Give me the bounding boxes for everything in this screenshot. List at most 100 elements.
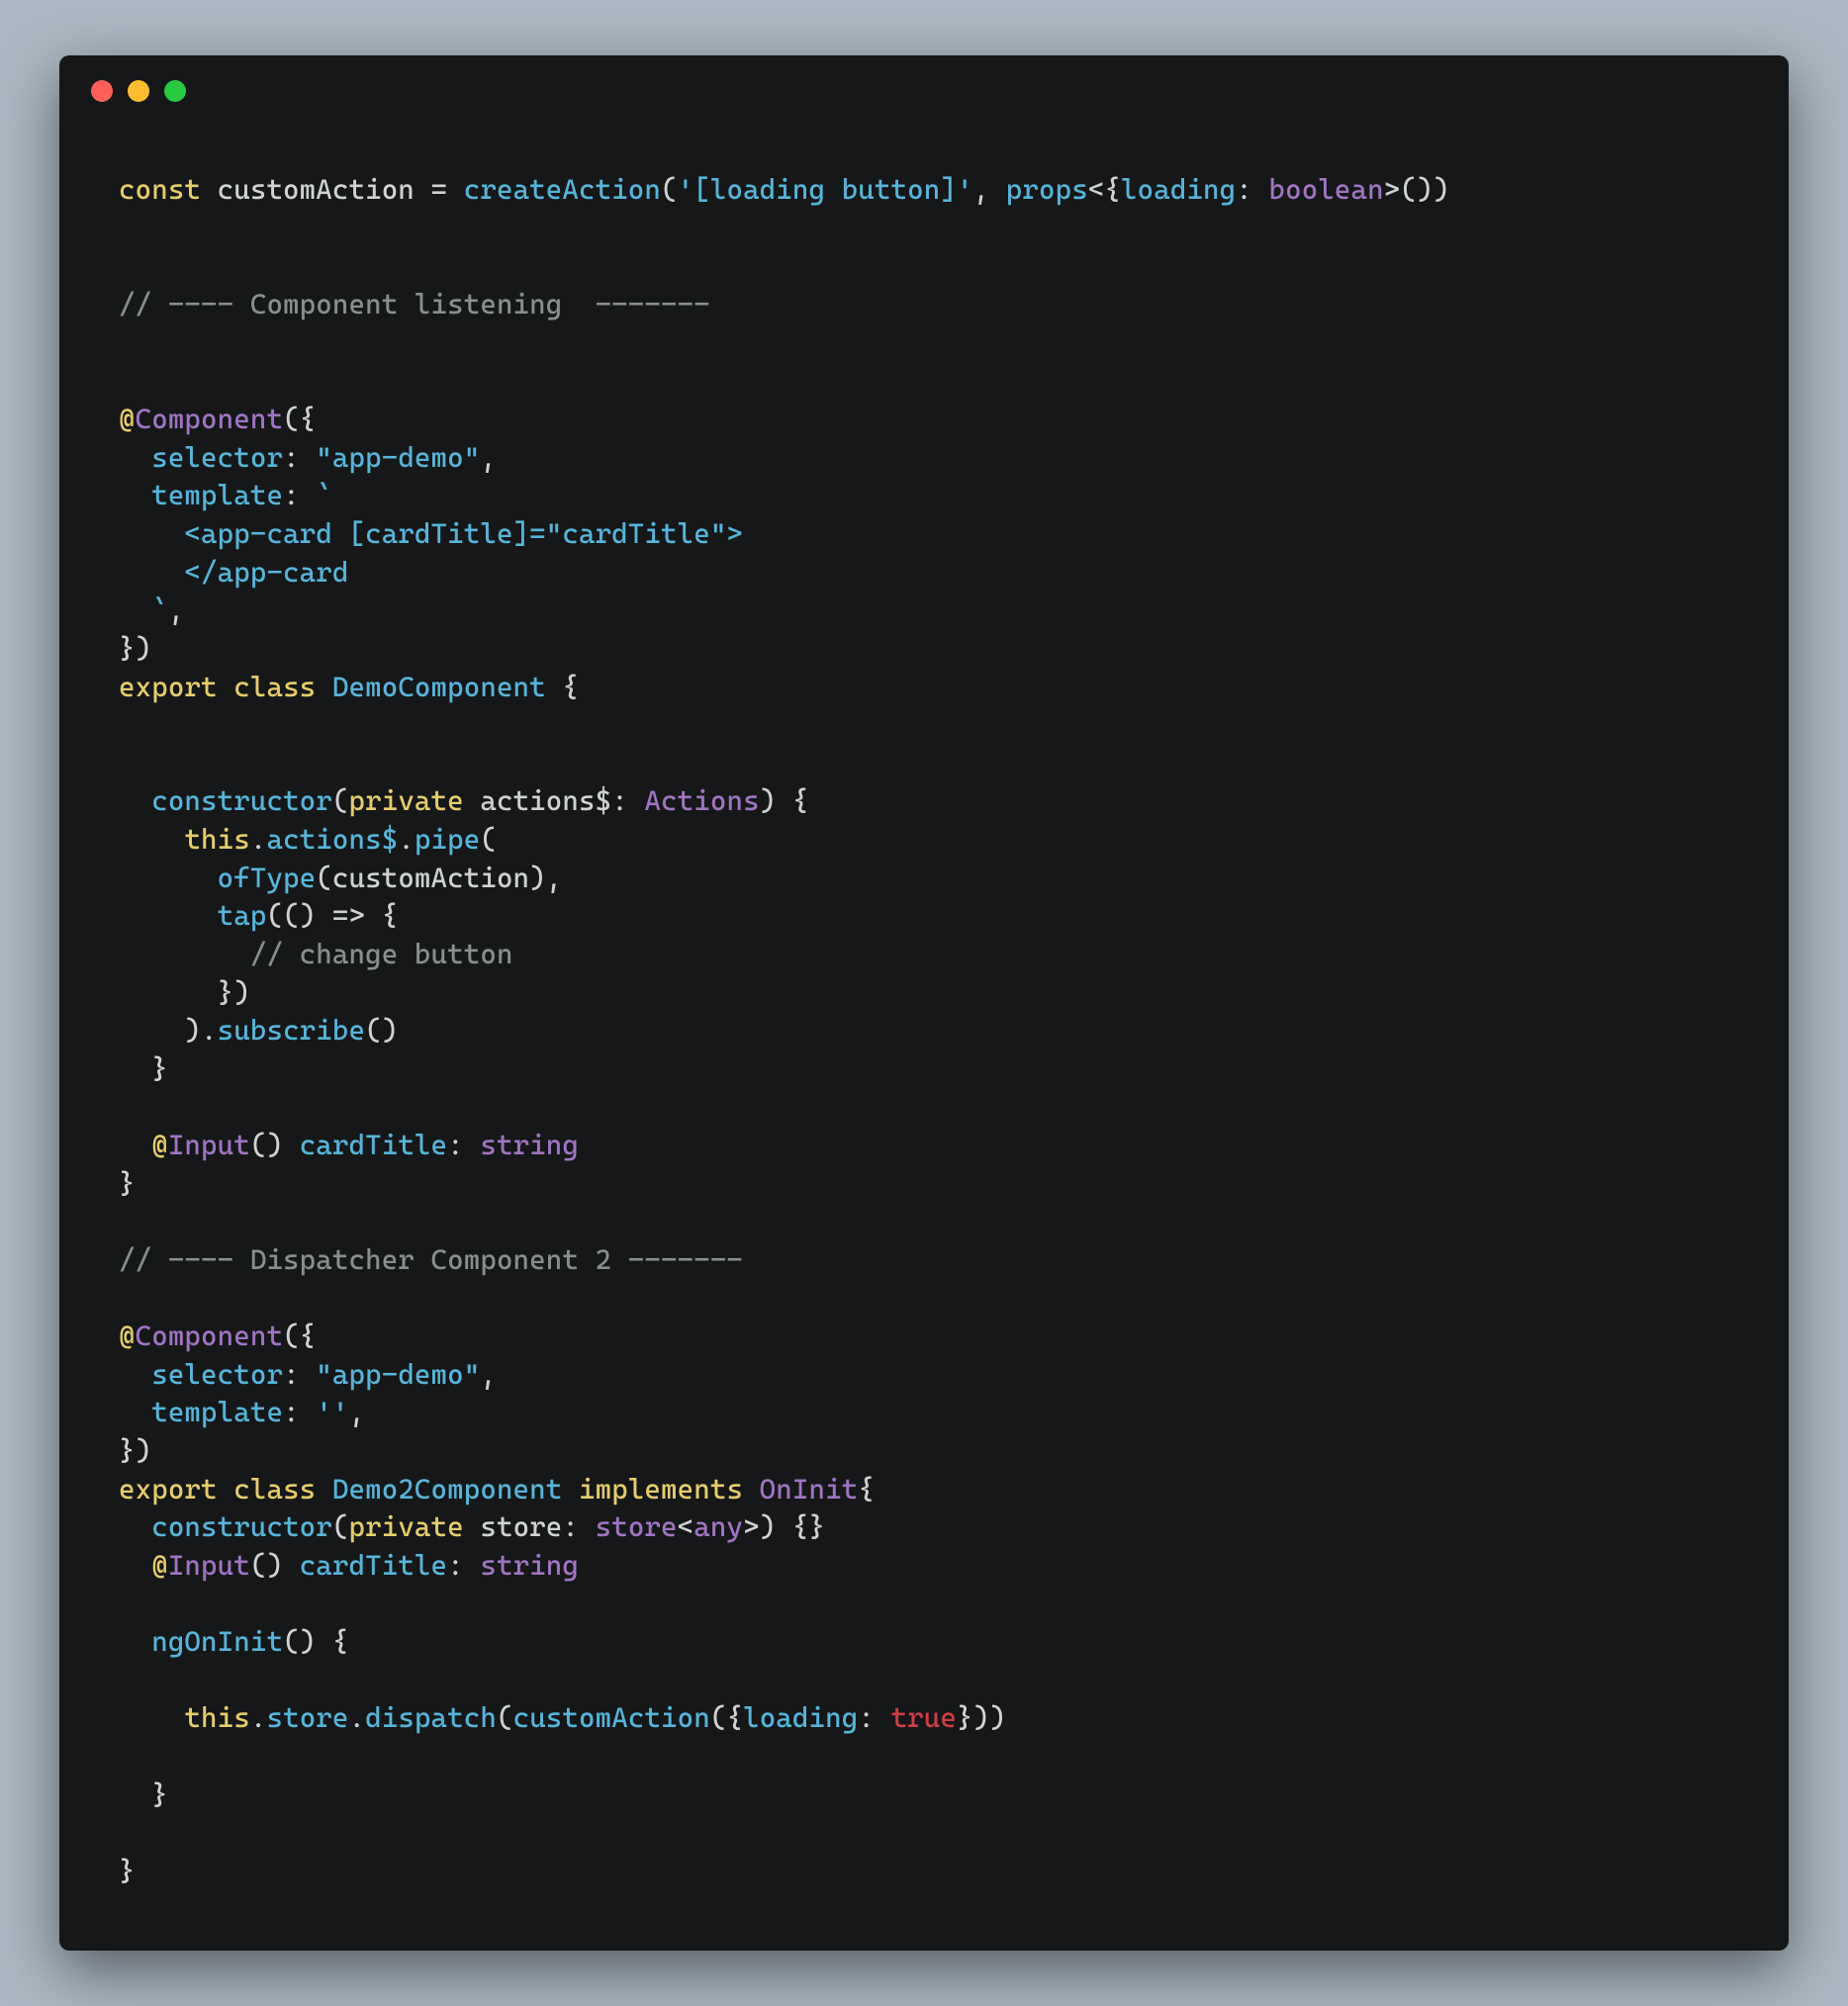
colon: : [283,1396,316,1428]
prop-template: template [151,1396,283,1428]
brace: }) [119,632,151,665]
comment: // ---- Dispatcher Component 2 ------- [119,1243,743,1276]
classname: Demo2Component [332,1473,563,1505]
dot: . [398,823,415,856]
comment: // change button [250,938,513,970]
string-literal: '' [316,1396,348,1428]
maximize-icon[interactable] [164,80,186,102]
close-icon[interactable] [91,80,113,102]
dot: . [349,1701,366,1734]
fn-constructor: constructor [151,1510,332,1543]
paren: ( [497,1701,513,1734]
brace: } [119,1167,136,1200]
keyword-this: this [184,1701,249,1734]
fn-pipe: pipe [415,823,480,856]
comma: , [168,593,185,626]
decorator-at: @ [151,1129,168,1161]
string-literal: "app-demo" [316,441,480,474]
paren: () [365,1014,398,1047]
keyword-private: private [349,784,464,817]
type-any: any [693,1510,743,1543]
backtick: ` [316,479,332,511]
bracket: >) [743,1510,776,1543]
decorator-input: Input [168,1549,250,1582]
brace: () { [283,1625,348,1658]
paren: ( [332,1510,349,1543]
string-literal: '[loading button]' [678,173,973,206]
keyword-export: export [119,1473,218,1505]
type-string: string [480,1129,579,1161]
paren: () [250,1549,300,1582]
bracket: < [678,1510,694,1543]
op-eq: = [431,173,464,206]
brace: ) { [760,784,809,817]
fn-dispatch: dispatch [365,1701,497,1734]
colon: : [283,479,316,511]
template-line: <app-card [cardTitle]="cardTitle"> [119,517,743,550]
type-store: store [596,1510,678,1543]
decorator-at: @ [119,1320,136,1352]
prop-loading: loading [743,1701,858,1734]
brace: } [151,1052,168,1085]
bracket: >()) [1384,173,1449,206]
fn-subscribe: subscribe [218,1014,365,1047]
colon: : [447,1549,480,1582]
colon: : [447,1129,480,1161]
decorator-component: Component [136,403,283,435]
keyword-export: export [119,671,218,703]
keyword-this: this [184,823,249,856]
type-actions: Actions [644,784,759,817]
backtick: ` [119,593,168,626]
brace: ({ [283,1320,316,1352]
template-line: </app-card [119,556,349,589]
paren: ( [316,862,332,894]
brace: { [858,1473,875,1505]
decorator-at: @ [151,1549,168,1582]
keyword-class: class [233,1473,316,1505]
prop-actions: actions$ [266,823,398,856]
brace: ({ [710,1701,743,1734]
paren: () [250,1129,300,1161]
arrow: (() => { [266,899,398,932]
brace: } [119,1855,136,1887]
prop-selector: selector [151,1358,283,1391]
brace: } [151,1778,168,1811]
paren-comma: ), [529,862,562,894]
brace: }) [218,976,250,1009]
comment: // ---- Component listening ------- [119,288,710,320]
paren: ( [332,784,349,817]
brace: })) [957,1701,1006,1734]
paren: ( [661,173,678,206]
dot: . [250,823,267,856]
window-titlebar [59,55,1789,112]
comma: , [973,173,1006,206]
comma: , [480,441,497,474]
minimize-icon[interactable] [128,80,149,102]
keyword-implements: implements [579,1473,743,1505]
string-literal: "app-demo" [316,1358,480,1391]
colon: : [562,1510,595,1543]
keyword-const: const [119,173,201,206]
fn-tap: tap [218,899,267,932]
decorator-component: Component [136,1320,283,1352]
dot: . [250,1701,267,1734]
fn-props: props [1006,173,1088,206]
keyword-class: class [233,671,316,703]
colon: : [1236,173,1268,206]
type-oninit: OnInit [760,1473,859,1505]
colon: : [611,784,644,817]
brace: {} [776,1510,825,1543]
decorator-at: @ [119,403,136,435]
param-name: store [464,1510,563,1543]
brace: ({ [283,403,316,435]
brace: { [546,671,579,703]
colon: : [283,441,316,474]
paren: ( [480,823,497,856]
paren: ). [184,1014,217,1047]
fn-ngOnInit: ngOnInit [151,1625,283,1658]
code-content: const customAction = createAction('[load… [59,112,1789,1910]
type-boolean: boolean [1269,173,1384,206]
comma: , [349,1396,366,1428]
param-name: actions$ [464,784,611,817]
prop-store: store [266,1701,348,1734]
